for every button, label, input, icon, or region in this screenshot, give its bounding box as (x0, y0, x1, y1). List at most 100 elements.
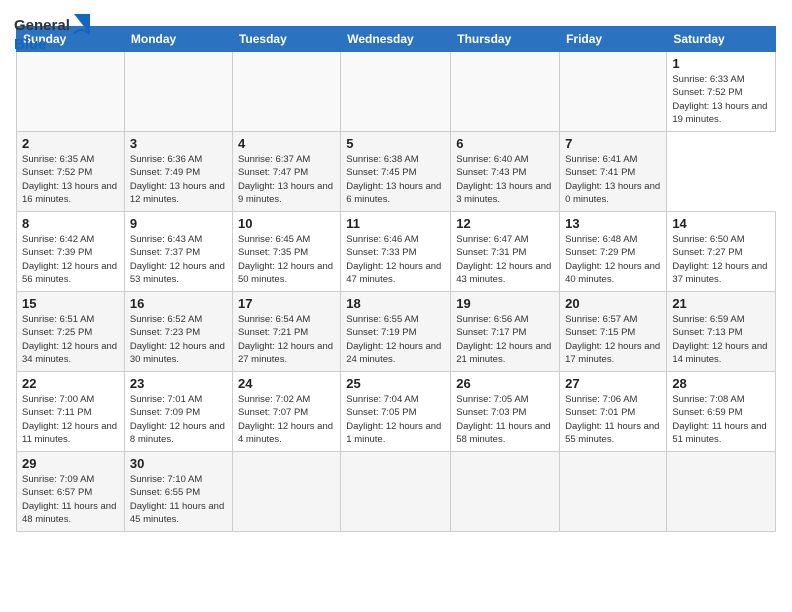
empty-day-cell (17, 52, 125, 132)
day-detail: Sunrise: 6:55 AMSunset: 7:19 PMDaylight:… (346, 314, 441, 365)
logo-wave-icon (72, 14, 90, 36)
day-of-week-header: Tuesday (232, 27, 340, 52)
day-detail: Sunrise: 6:37 AMSunset: 7:47 PMDaylight:… (238, 154, 333, 205)
day-number: 18 (346, 296, 445, 311)
empty-day-cell (560, 52, 667, 132)
day-cell: 28Sunrise: 7:08 AMSunset: 6:59 PMDayligh… (667, 372, 776, 452)
day-detail: Sunrise: 6:59 AMSunset: 7:13 PMDaylight:… (672, 314, 767, 365)
day-cell: 7 Sunrise: 6:41 AMSunset: 7:41 PMDaylight… (560, 132, 667, 212)
day-cell: 9Sunrise: 6:43 AMSunset: 7:37 PMDaylight… (124, 212, 232, 292)
day-detail: Sunrise: 6:41 AMSunset: 7:41 PMDaylight:… (565, 154, 660, 205)
day-number: 15 (22, 296, 119, 311)
calendar-week-row: 22 Sunrise: 7:00 AMSunset: 7:11 PMDayligh… (17, 372, 776, 452)
day-detail: Sunrise: 6:54 AMSunset: 7:21 PMDaylight:… (238, 314, 333, 365)
day-detail: Sunrise: 7:02 AMSunset: 7:07 PMDaylight:… (238, 394, 333, 445)
empty-day-cell (451, 452, 560, 532)
empty-day-cell (341, 52, 451, 132)
day-detail: Sunrise: 7:01 AMSunset: 7:09 PMDaylight:… (130, 394, 225, 445)
day-number: 23 (130, 376, 227, 391)
day-number: 14 (672, 216, 770, 231)
day-number: 1 (672, 56, 770, 71)
day-number: 12 (456, 216, 554, 231)
logo-general-text: General (14, 17, 70, 34)
empty-day-cell (667, 452, 776, 532)
calendar-week-row: 8Sunrise: 6:42 AMSunset: 7:39 PMDaylight… (17, 212, 776, 292)
day-detail: Sunrise: 7:00 AMSunset: 7:11 PMDaylight:… (22, 394, 117, 445)
day-number: 7 (565, 136, 661, 151)
day-of-week-header: Friday (560, 27, 667, 52)
day-cell: 25 Sunrise: 7:04 AMSunset: 7:05 PMDayligh… (341, 372, 451, 452)
day-cell: 23 Sunrise: 7:01 AMSunset: 7:09 PMDayligh… (124, 372, 232, 452)
day-number: 16 (130, 296, 227, 311)
day-detail: Sunrise: 6:48 AMSunset: 7:29 PMDaylight:… (565, 234, 660, 285)
day-number: 20 (565, 296, 661, 311)
day-number: 11 (346, 216, 445, 231)
empty-day-cell (560, 452, 667, 532)
day-number: 17 (238, 296, 335, 311)
real-logo: General Blue (14, 14, 90, 54)
day-cell: 17 Sunrise: 6:54 AMSunset: 7:21 PMDayligh… (232, 292, 340, 372)
day-number: 13 (565, 216, 661, 231)
day-detail: Sunrise: 6:38 AMSunset: 7:45 PMDaylight:… (346, 154, 441, 205)
day-cell: 29Sunrise: 7:09 AMSunset: 6:57 PMDayligh… (17, 452, 125, 532)
calendar-week-row: 2 Sunrise: 6:35 AMSunset: 7:52 PMDaylight… (17, 132, 776, 212)
day-cell: 24Sunrise: 7:02 AMSunset: 7:07 PMDayligh… (232, 372, 340, 452)
day-detail: Sunrise: 7:04 AMSunset: 7:05 PMDaylight:… (346, 394, 441, 445)
logo-blue-text: Blue (14, 36, 47, 53)
day-cell: 21 Sunrise: 6:59 AMSunset: 7:13 PMDayligh… (667, 292, 776, 372)
day-number: 2 (22, 136, 119, 151)
day-detail: Sunrise: 6:56 AMSunset: 7:17 PMDaylight:… (456, 314, 551, 365)
day-detail: Sunrise: 6:43 AMSunset: 7:37 PMDaylight:… (130, 234, 225, 285)
day-number: 5 (346, 136, 445, 151)
day-cell: 26Sunrise: 7:05 AMSunset: 7:03 PMDayligh… (451, 372, 560, 452)
day-cell: 10 Sunrise: 6:45 AMSunset: 7:35 PMDayligh… (232, 212, 340, 292)
day-cell: 6Sunrise: 6:40 AMSunset: 7:43 PMDaylight… (451, 132, 560, 212)
day-cell: 4 Sunrise: 6:37 AMSunset: 7:47 PMDaylight… (232, 132, 340, 212)
day-detail: Sunrise: 6:52 AMSunset: 7:23 PMDaylight:… (130, 314, 225, 365)
day-detail: Sunrise: 6:33 AMSunset: 7:52 PMDaylight:… (672, 74, 767, 125)
day-of-week-header: Monday (124, 27, 232, 52)
day-detail: Sunrise: 6:36 AMSunset: 7:49 PMDaylight:… (130, 154, 225, 205)
day-cell: 22 Sunrise: 7:00 AMSunset: 7:11 PMDayligh… (17, 372, 125, 452)
day-cell: 13 Sunrise: 6:48 AMSunset: 7:29 PMDayligh… (560, 212, 667, 292)
day-detail: Sunrise: 6:45 AMSunset: 7:35 PMDaylight:… (238, 234, 333, 285)
day-cell: 14Sunrise: 6:50 AMSunset: 7:27 PMDayligh… (667, 212, 776, 292)
day-number: 10 (238, 216, 335, 231)
day-detail: Sunrise: 7:09 AMSunset: 6:57 PMDaylight:… (22, 474, 116, 525)
day-number: 22 (22, 376, 119, 391)
day-number: 19 (456, 296, 554, 311)
day-detail: Sunrise: 7:06 AMSunset: 7:01 PMDaylight:… (565, 394, 659, 445)
day-of-week-header: Saturday (667, 27, 776, 52)
day-number: 27 (565, 376, 661, 391)
calendar-week-row: 1 Sunrise: 6:33 AMSunset: 7:52 PMDaylight… (17, 52, 776, 132)
empty-day-cell (232, 52, 340, 132)
day-of-week-header: Thursday (451, 27, 560, 52)
day-number: 4 (238, 136, 335, 151)
day-detail: Sunrise: 7:05 AMSunset: 7:03 PMDaylight:… (456, 394, 550, 445)
day-cell: 5 Sunrise: 6:38 AMSunset: 7:45 PMDaylight… (341, 132, 451, 212)
day-detail: Sunrise: 7:10 AMSunset: 6:55 PMDaylight:… (130, 474, 224, 525)
day-detail: Sunrise: 6:35 AMSunset: 7:52 PMDaylight:… (22, 154, 117, 205)
day-cell: 1 Sunrise: 6:33 AMSunset: 7:52 PMDaylight… (667, 52, 776, 132)
calendar-week-row: 15 Sunrise: 6:51 AMSunset: 7:25 PMDayligh… (17, 292, 776, 372)
empty-day-cell (341, 452, 451, 532)
empty-day-cell (232, 452, 340, 532)
day-number: 3 (130, 136, 227, 151)
day-detail: Sunrise: 6:57 AMSunset: 7:15 PMDaylight:… (565, 314, 660, 365)
day-number: 30 (130, 456, 227, 471)
empty-day-cell (451, 52, 560, 132)
day-detail: Sunrise: 6:46 AMSunset: 7:33 PMDaylight:… (346, 234, 441, 285)
day-detail: Sunrise: 7:08 AMSunset: 6:59 PMDaylight:… (672, 394, 766, 445)
day-cell: 18 Sunrise: 6:55 AMSunset: 7:19 PMDayligh… (341, 292, 451, 372)
day-cell: 16 Sunrise: 6:52 AMSunset: 7:23 PMDayligh… (124, 292, 232, 372)
day-number: 25 (346, 376, 445, 391)
day-detail: Sunrise: 6:40 AMSunset: 7:43 PMDaylight:… (456, 154, 551, 205)
day-cell: 15 Sunrise: 6:51 AMSunset: 7:25 PMDayligh… (17, 292, 125, 372)
empty-day-cell (124, 52, 232, 132)
day-number: 21 (672, 296, 770, 311)
day-cell: 19 Sunrise: 6:56 AMSunset: 7:17 PMDayligh… (451, 292, 560, 372)
day-cell: 8Sunrise: 6:42 AMSunset: 7:39 PMDaylight… (17, 212, 125, 292)
day-detail: Sunrise: 6:51 AMSunset: 7:25 PMDaylight:… (22, 314, 117, 365)
day-cell: 12Sunrise: 6:47 AMSunset: 7:31 PMDayligh… (451, 212, 560, 292)
day-cell: 20 Sunrise: 6:57 AMSunset: 7:15 PMDayligh… (560, 292, 667, 372)
